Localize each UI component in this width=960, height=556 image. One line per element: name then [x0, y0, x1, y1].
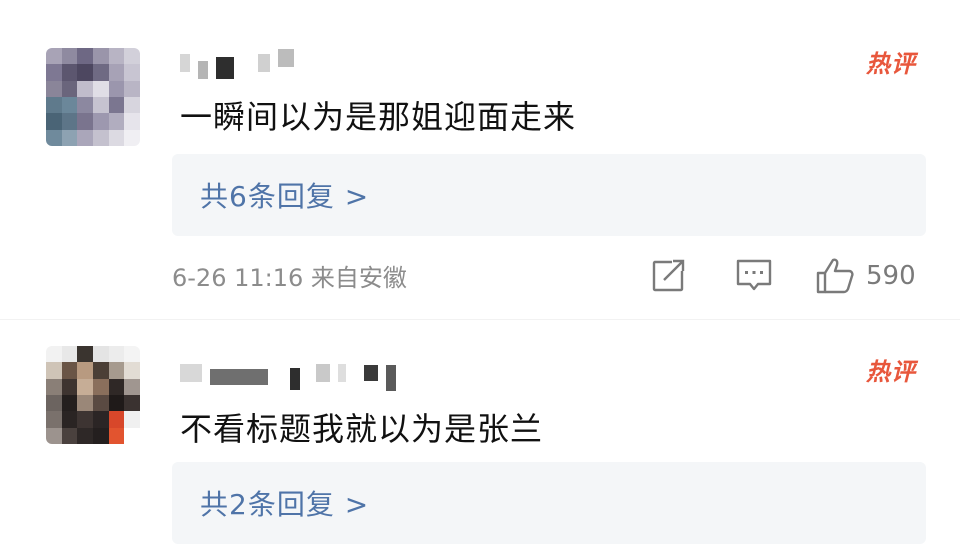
view-replies-button[interactable]: 共2条回复 >	[172, 462, 926, 544]
comment-actions: 590	[0, 256, 960, 300]
reply-button[interactable]	[734, 256, 774, 294]
avatar[interactable]	[46, 48, 140, 146]
username-blurred[interactable]	[180, 358, 396, 391]
comment-text: 一瞬间以为是那姐迎面走来	[180, 98, 577, 136]
replies-label: 共6条回复 >	[200, 180, 370, 213]
view-replies-button[interactable]: 共6条回复 >	[172, 154, 926, 236]
like-count: 590	[866, 261, 916, 291]
hot-comment-badge: 热评	[866, 50, 916, 78]
like-button[interactable]: 590	[814, 256, 916, 296]
comment-icon	[736, 259, 772, 291]
share-icon	[652, 259, 686, 292]
replies-label: 共2条回复 >	[200, 488, 370, 521]
comment-text: 不看标题我就以为是张兰	[180, 410, 544, 448]
comment-item-2: 热评 不看标题我就以为是张兰 共2条回复 >	[0, 320, 960, 556]
share-button[interactable]	[650, 256, 688, 294]
thumbs-up-icon	[816, 258, 854, 294]
hot-comment-badge: 热评	[866, 358, 916, 386]
comment-item-1: 热评 一瞬间以为是那姐迎面走来 共6条回复 > 6-26 11:16 来自安徽	[0, 0, 960, 320]
avatar[interactable]	[46, 346, 140, 444]
username-blurred[interactable]	[180, 48, 294, 79]
